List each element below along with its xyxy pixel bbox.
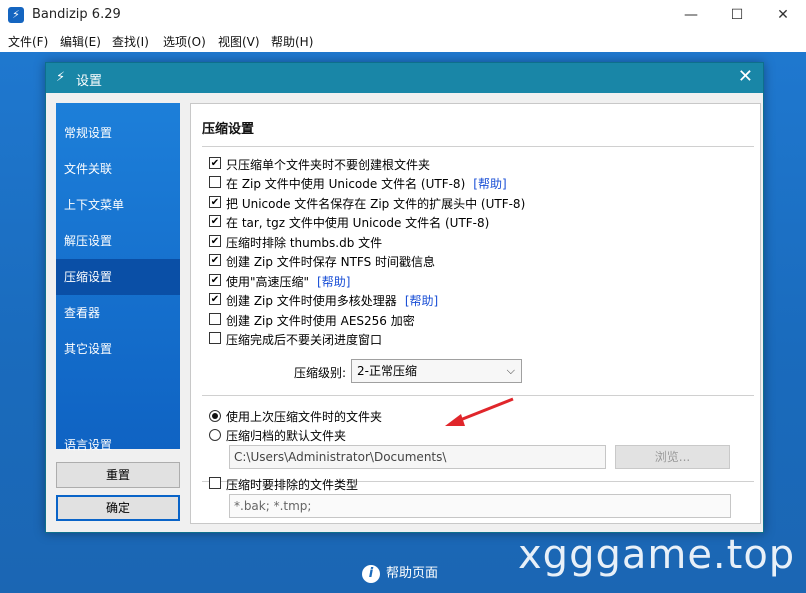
option-label: 创建 Zip 文件时保存 NTFS 时间戳信息 xyxy=(226,255,436,269)
checkbox-unicode-extra-header[interactable]: ✔ xyxy=(209,196,221,208)
settings-sidebar: 常规设置 文件关联 上下文菜单 解压设置 压缩设置 查看器 其它设置 语言设置 xyxy=(56,103,180,452)
checkbox-aes256[interactable] xyxy=(209,313,221,325)
info-icon: i xyxy=(362,564,380,583)
dialog-close-button[interactable]: ✕ xyxy=(738,67,753,87)
option-text: 使用"高速压缩" xyxy=(226,275,310,289)
arrow-shaft xyxy=(454,397,514,424)
dialog-body: 常规设置 文件关联 上下文菜单 解压设置 压缩设置 查看器 其它设置 语言设置 … xyxy=(46,93,763,532)
menu-help[interactable]: 帮助(H) xyxy=(271,33,313,50)
dialog-titlebar: ⚡ 设置 ✕ xyxy=(46,63,763,93)
option-label: 压缩归档的默认文件夹 xyxy=(226,429,347,443)
option-label: 把 Unicode 文件名保存在 Zip 文件的扩展头中 (UTF-8) xyxy=(226,197,526,211)
sidebar-item-language[interactable]: 语言设置 xyxy=(56,427,180,463)
exclude-types-input[interactable]: *.bak; *.tmp; xyxy=(229,494,731,518)
checkbox-zip-unicode[interactable] xyxy=(209,176,221,188)
minimize-button[interactable]: — xyxy=(668,0,714,30)
menubar: 文件(F) 编辑(E) 查找(I) 选项(O) 视图(V) 帮助(H) xyxy=(0,30,806,52)
option-label: 压缩时排除 thumbs.db 文件 xyxy=(226,236,383,250)
option-label: 创建 Zip 文件时使用多核处理器 [帮助] xyxy=(226,292,438,309)
checkbox-tar-unicode[interactable]: ✔ xyxy=(209,215,221,227)
reset-button[interactable]: 重置 xyxy=(56,462,180,488)
menu-options[interactable]: 选项(O) xyxy=(163,33,206,50)
option-label: 只压缩单个文件夹时不要创建根文件夹 xyxy=(226,158,431,172)
sidebar-item-compress[interactable]: 压缩设置 xyxy=(56,259,180,295)
radio-default-folder[interactable] xyxy=(209,429,221,441)
compression-level-select[interactable]: 2-正常压缩 ⌵ xyxy=(351,359,522,383)
help-link[interactable]: [帮助] xyxy=(405,294,438,308)
checkbox-no-root-folder[interactable]: ✔ xyxy=(209,157,221,169)
help-page-label: 帮助页面 xyxy=(386,566,439,581)
sidebar-item-extract[interactable]: 解压设置 xyxy=(56,223,180,259)
bandizip-icon: ⚡ xyxy=(56,70,66,85)
section-title: 压缩设置 xyxy=(202,122,255,137)
maximize-button[interactable]: ☐ xyxy=(714,0,760,30)
option-label: 压缩时要排除的文件类型 xyxy=(226,478,359,492)
sidebar-item-general[interactable]: 常规设置 xyxy=(56,115,180,151)
menu-find[interactable]: 查找(I) xyxy=(112,33,149,50)
checkbox-exclude-thumbs[interactable]: ✔ xyxy=(209,235,221,247)
checkbox-fast-compress[interactable]: ✔ xyxy=(209,274,221,286)
help-page-link[interactable]: i 帮助页面 xyxy=(362,562,438,583)
app-title: Bandizip 6.29 xyxy=(32,7,121,22)
option-label: 创建 Zip 文件时使用 AES256 加密 xyxy=(226,314,415,328)
checkbox-ntfs-timestamp[interactable]: ✔ xyxy=(209,254,221,266)
menu-edit[interactable]: 编辑(E) xyxy=(60,33,101,50)
option-label: 使用"高速压缩" [帮助] xyxy=(226,273,350,290)
checkbox-keep-progress-window[interactable] xyxy=(209,332,221,344)
chevron-down-icon: ⌵ xyxy=(506,364,515,377)
option-label: 在 tar, tgz 文件中使用 Unicode 文件名 (UTF-8) xyxy=(226,216,490,230)
default-folder-input[interactable]: C:\Users\Administrator\Documents\ xyxy=(229,445,606,469)
option-label: 压缩完成后不要关闭进度窗口 xyxy=(226,333,383,347)
option-label: 在 Zip 文件中使用 Unicode 文件名 (UTF-8) [帮助] xyxy=(226,175,507,192)
help-link[interactable]: [帮助] xyxy=(473,177,506,191)
arrow-head xyxy=(445,414,465,426)
compress-settings-panel: 压缩设置 ✔ 只压缩单个文件夹时不要创建根文件夹 在 Zip 文件中使用 Uni… xyxy=(190,103,761,524)
menu-file[interactable]: 文件(F) xyxy=(8,33,48,50)
option-label: 使用上次压缩文件时的文件夹 xyxy=(226,410,383,424)
sidebar-item-context-menu[interactable]: 上下文菜单 xyxy=(56,187,180,223)
option-text: 创建 Zip 文件时使用多核处理器 xyxy=(226,294,397,308)
compression-level-value: 2-正常压缩 xyxy=(357,364,417,378)
sidebar-item-file-association[interactable]: 文件关联 xyxy=(56,151,180,187)
checkbox-multicore[interactable]: ✔ xyxy=(209,293,221,305)
sidebar-item-viewer[interactable]: 查看器 xyxy=(56,295,180,331)
compression-level-label: 压缩级别: xyxy=(294,366,347,380)
watermark-text: xgggame.top xyxy=(518,532,796,578)
divider xyxy=(202,146,754,147)
close-window-button[interactable]: ✕ xyxy=(760,0,806,30)
ok-button[interactable]: 确定 xyxy=(56,495,180,521)
settings-dialog: ⚡ 设置 ✕ 常规设置 文件关联 上下文菜单 解压设置 压缩设置 查看器 其它设… xyxy=(45,62,764,533)
red-arrow-annotation-icon xyxy=(445,397,514,426)
option-text: 在 Zip 文件中使用 Unicode 文件名 (UTF-8) xyxy=(226,177,466,191)
bandizip-app-icon: ⚡ xyxy=(8,7,24,23)
main-titlebar: ⚡ Bandizip 6.29 — ☐ ✕ xyxy=(0,0,806,30)
checkbox-exclude-types[interactable] xyxy=(209,477,221,489)
browse-button[interactable]: 浏览... xyxy=(615,445,730,469)
radio-last-folder[interactable] xyxy=(209,410,221,422)
dialog-title: 设置 xyxy=(76,74,103,89)
help-link[interactable]: [帮助] xyxy=(317,275,350,289)
menu-view[interactable]: 视图(V) xyxy=(218,33,260,50)
sidebar-item-other[interactable]: 其它设置 xyxy=(56,331,180,367)
